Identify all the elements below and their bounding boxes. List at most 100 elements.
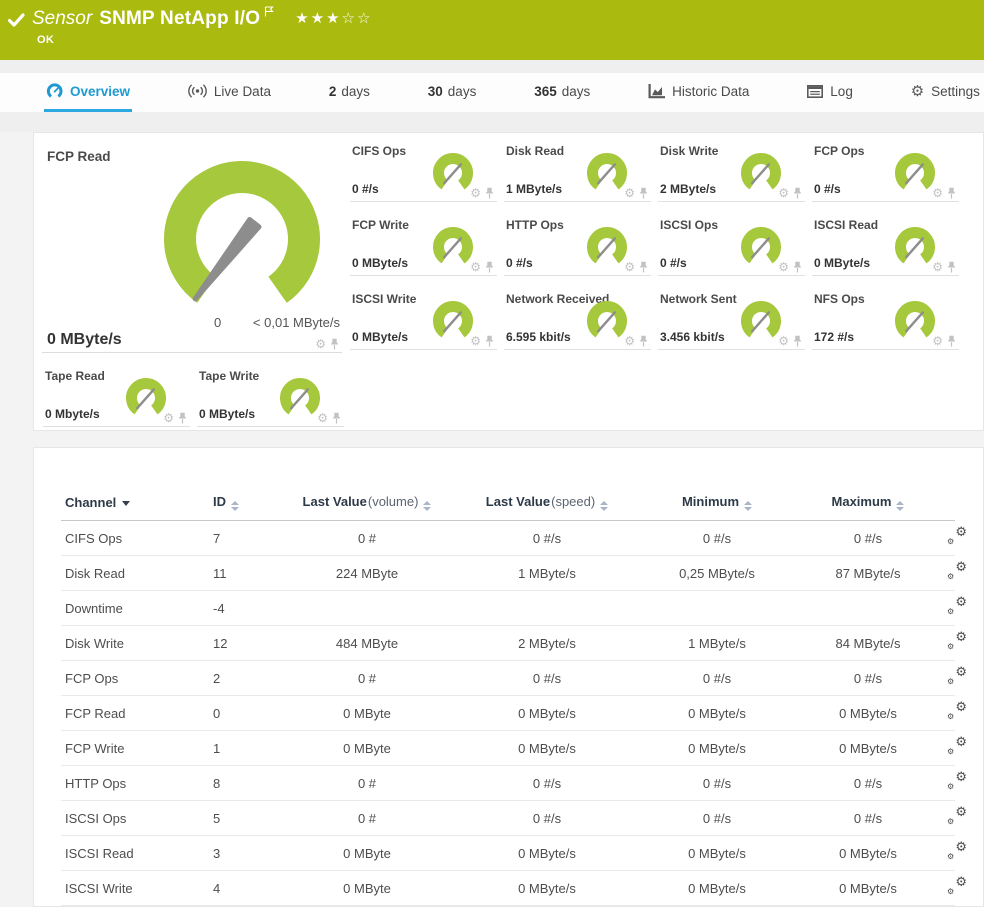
table-row[interactable]: ISCSI Ops 5 0 # 0 #/s 0 #/s 0 #/s ⚙ ⚙	[61, 800, 967, 836]
tab-historic-data[interactable]: Historic Data	[646, 73, 751, 112]
channel-settings-icon[interactable]: ⚙ ⚙	[947, 736, 967, 756]
primary-channel-tile[interactable]: FCP Read 0 < 0,01 MByte/s 0 MByte/s ⚙	[42, 141, 342, 353]
channel-settings-icon[interactable]: ⚙ ⚙	[947, 525, 967, 546]
channel-gauge-tile[interactable]: Tape Read 0 Mbyte/s ⚙	[43, 366, 190, 427]
channel-gauge-tile[interactable]: FCP Write 0 MByte/s ⚙	[350, 215, 497, 276]
gear-icon[interactable]: ⚙	[778, 261, 789, 273]
column-header-id[interactable]: ID	[209, 488, 281, 521]
gear-icon[interactable]: ⚙	[624, 261, 635, 273]
pin-icon[interactable]	[332, 412, 341, 424]
channel-gauge-tile[interactable]: HTTP Ops 0 #/s ⚙	[504, 215, 651, 276]
gear-icon[interactable]: ⚙	[315, 338, 326, 350]
pin-icon[interactable]	[793, 261, 802, 273]
table-row[interactable]: HTTP Ops 8 0 # 0 #/s 0 #/s 0 #/s ⚙ ⚙	[61, 765, 967, 801]
gear-icon: ⚙	[955, 770, 967, 785]
tab-settings[interactable]: ⚙ Settings	[909, 73, 982, 112]
table-row[interactable]: FCP Ops 2 0 # 0 #/s 0 #/s 0 #/s ⚙ ⚙	[61, 660, 967, 696]
pin-icon[interactable]	[947, 187, 956, 199]
pin-icon[interactable]	[793, 187, 802, 199]
pin-icon[interactable]	[485, 187, 494, 199]
gear-icon[interactable]: ⚙	[932, 261, 943, 273]
status-badge: OK	[37, 34, 55, 46]
channel-settings-icon[interactable]: ⚙ ⚙	[947, 561, 967, 581]
channel-gauge-tile[interactable]: Network Sent 3.456 kbit/s ⚙	[658, 289, 805, 350]
column-header-last-valuespeed[interactable]: Last Value(speed)	[453, 488, 641, 521]
gear-icon[interactable]: ⚙	[470, 187, 481, 199]
pin-icon[interactable]	[330, 338, 339, 350]
channel-name-cell: Downtime	[61, 590, 209, 626]
table-row[interactable]: ISCSI Write 4 0 MByte 0 MByte/s 0 MByte/…	[61, 870, 967, 906]
channel-id-cell: 3	[209, 835, 281, 871]
tab-365-days[interactable]: 365 days	[532, 73, 592, 112]
gear-icon[interactable]: ⚙	[624, 335, 635, 347]
gear-icon[interactable]: ⚙	[317, 412, 328, 424]
column-sublabel: (volume)	[367, 494, 419, 509]
table-row[interactable]: Disk Read 11 224 MByte 1 MByte/s 0,25 MB…	[61, 555, 967, 591]
column-header-last-valuevolume[interactable]: Last Value(volume)	[281, 488, 453, 521]
channel-settings-icon[interactable]: ⚙ ⚙	[947, 841, 967, 861]
table-row[interactable]: Disk Write 12 484 MByte 2 MByte/s 1 MByt…	[61, 625, 967, 661]
column-header-channel[interactable]: Channel	[61, 488, 209, 521]
channel-settings-cell: ⚙ ⚙	[943, 520, 967, 556]
tab-2-days[interactable]: 2 days	[327, 73, 372, 112]
channel-gauge-tile[interactable]: NFS Ops 172 #/s ⚙	[812, 289, 959, 350]
gear-icon: ⚙	[955, 525, 967, 540]
pin-icon[interactable]	[639, 261, 648, 273]
pin-icon[interactable]	[485, 335, 494, 347]
area-chart-icon	[648, 83, 666, 99]
channel-settings-icon[interactable]: ⚙ ⚙	[947, 596, 967, 616]
channel-gauge-tile[interactable]: ISCSI Write 0 MByte/s ⚙	[350, 289, 497, 350]
channel-gauge-tile[interactable]: Disk Read 1 MByte/s ⚙	[504, 141, 651, 202]
table-row[interactable]: Downtime -4 ⚙ ⚙	[61, 590, 967, 626]
flag-icon[interactable]	[264, 6, 274, 17]
pin-icon[interactable]	[639, 335, 648, 347]
channel-gauge-tile[interactable]: Tape Write 0 MByte/s ⚙	[197, 366, 344, 427]
channel-name-cell: FCP Read	[61, 695, 209, 731]
table-row[interactable]: FCP Write 1 0 MByte 0 MByte/s 0 MByte/s …	[61, 730, 967, 766]
gear-icon[interactable]: ⚙	[470, 261, 481, 273]
channel-gauge-tile[interactable]: ISCSI Ops 0 #/s ⚙	[658, 215, 805, 276]
channel-settings-icon[interactable]: ⚙ ⚙	[947, 876, 967, 896]
channel-settings-icon[interactable]: ⚙ ⚙	[947, 701, 967, 721]
gear-icon[interactable]: ⚙	[624, 187, 635, 199]
channel-gauge-tile[interactable]: FCP Ops 0 #/s ⚙	[812, 141, 959, 202]
gear-icon[interactable]: ⚙	[778, 335, 789, 347]
tab-overview[interactable]: Overview	[44, 73, 133, 112]
tab-label: days	[447, 83, 477, 99]
pin-icon[interactable]	[947, 335, 956, 347]
channel-settings-icon[interactable]: ⚙ ⚙	[947, 770, 967, 791]
column-header-minimum[interactable]: Minimum	[641, 488, 793, 521]
channel-settings-cell: ⚙ ⚙	[943, 730, 967, 766]
column-header-maximum[interactable]: Maximum	[793, 488, 943, 521]
channel-settings-icon[interactable]: ⚙ ⚙	[947, 806, 967, 826]
channel-gauge-tile[interactable]: Network Received 6.595 kbit/s ⚙	[504, 289, 651, 350]
last-value-speed-cell: 0 #/s	[453, 800, 641, 836]
tab-log[interactable]: Log	[805, 73, 855, 112]
tab-live-data[interactable]: Live Data	[186, 73, 273, 112]
pin-icon[interactable]	[178, 412, 187, 424]
table-row[interactable]: ISCSI Read 3 0 MByte 0 MByte/s 0 MByte/s…	[61, 835, 967, 871]
pin-icon[interactable]	[639, 187, 648, 199]
channel-settings-icon[interactable]: ⚙ ⚙	[947, 666, 967, 686]
pin-icon[interactable]	[947, 261, 956, 273]
channel-settings-icon[interactable]: ⚙ ⚙	[947, 631, 967, 651]
last-value-speed-cell: 0 #/s	[453, 520, 641, 556]
pin-icon[interactable]	[793, 335, 802, 347]
channel-gauge-tile[interactable]: Disk Write 2 MByte/s ⚙	[658, 141, 805, 202]
table-row[interactable]: FCP Read 0 0 MByte 0 MByte/s 0 MByte/s 0…	[61, 695, 967, 731]
gear-icon: ⚙	[910, 81, 925, 100]
rating-stars[interactable]: ★★★☆☆	[295, 9, 372, 27]
gear-icon[interactable]: ⚙	[932, 187, 943, 199]
sort-desc-icon	[122, 501, 131, 506]
table-row[interactable]: CIFS Ops 7 0 # 0 #/s 0 #/s 0 #/s ⚙ ⚙	[61, 520, 967, 556]
gear-icon[interactable]: ⚙	[778, 187, 789, 199]
channel-gauge-tile[interactable]: ISCSI Read 0 MByte/s ⚙	[812, 215, 959, 276]
channel-gauge-tile[interactable]: CIFS Ops 0 #/s ⚙	[350, 141, 497, 202]
gear-icon[interactable]: ⚙	[163, 412, 174, 424]
mini-gauge-grid: CIFS Ops 0 #/s ⚙ Disk Read 1 MByte/s ⚙ D…	[350, 141, 959, 353]
gear-icon[interactable]: ⚙	[932, 335, 943, 347]
gear-icon[interactable]: ⚙	[470, 335, 481, 347]
pin-icon[interactable]	[485, 261, 494, 273]
tab-30-days[interactable]: 30 days	[426, 73, 479, 112]
channel-id-cell: 7	[209, 520, 281, 556]
